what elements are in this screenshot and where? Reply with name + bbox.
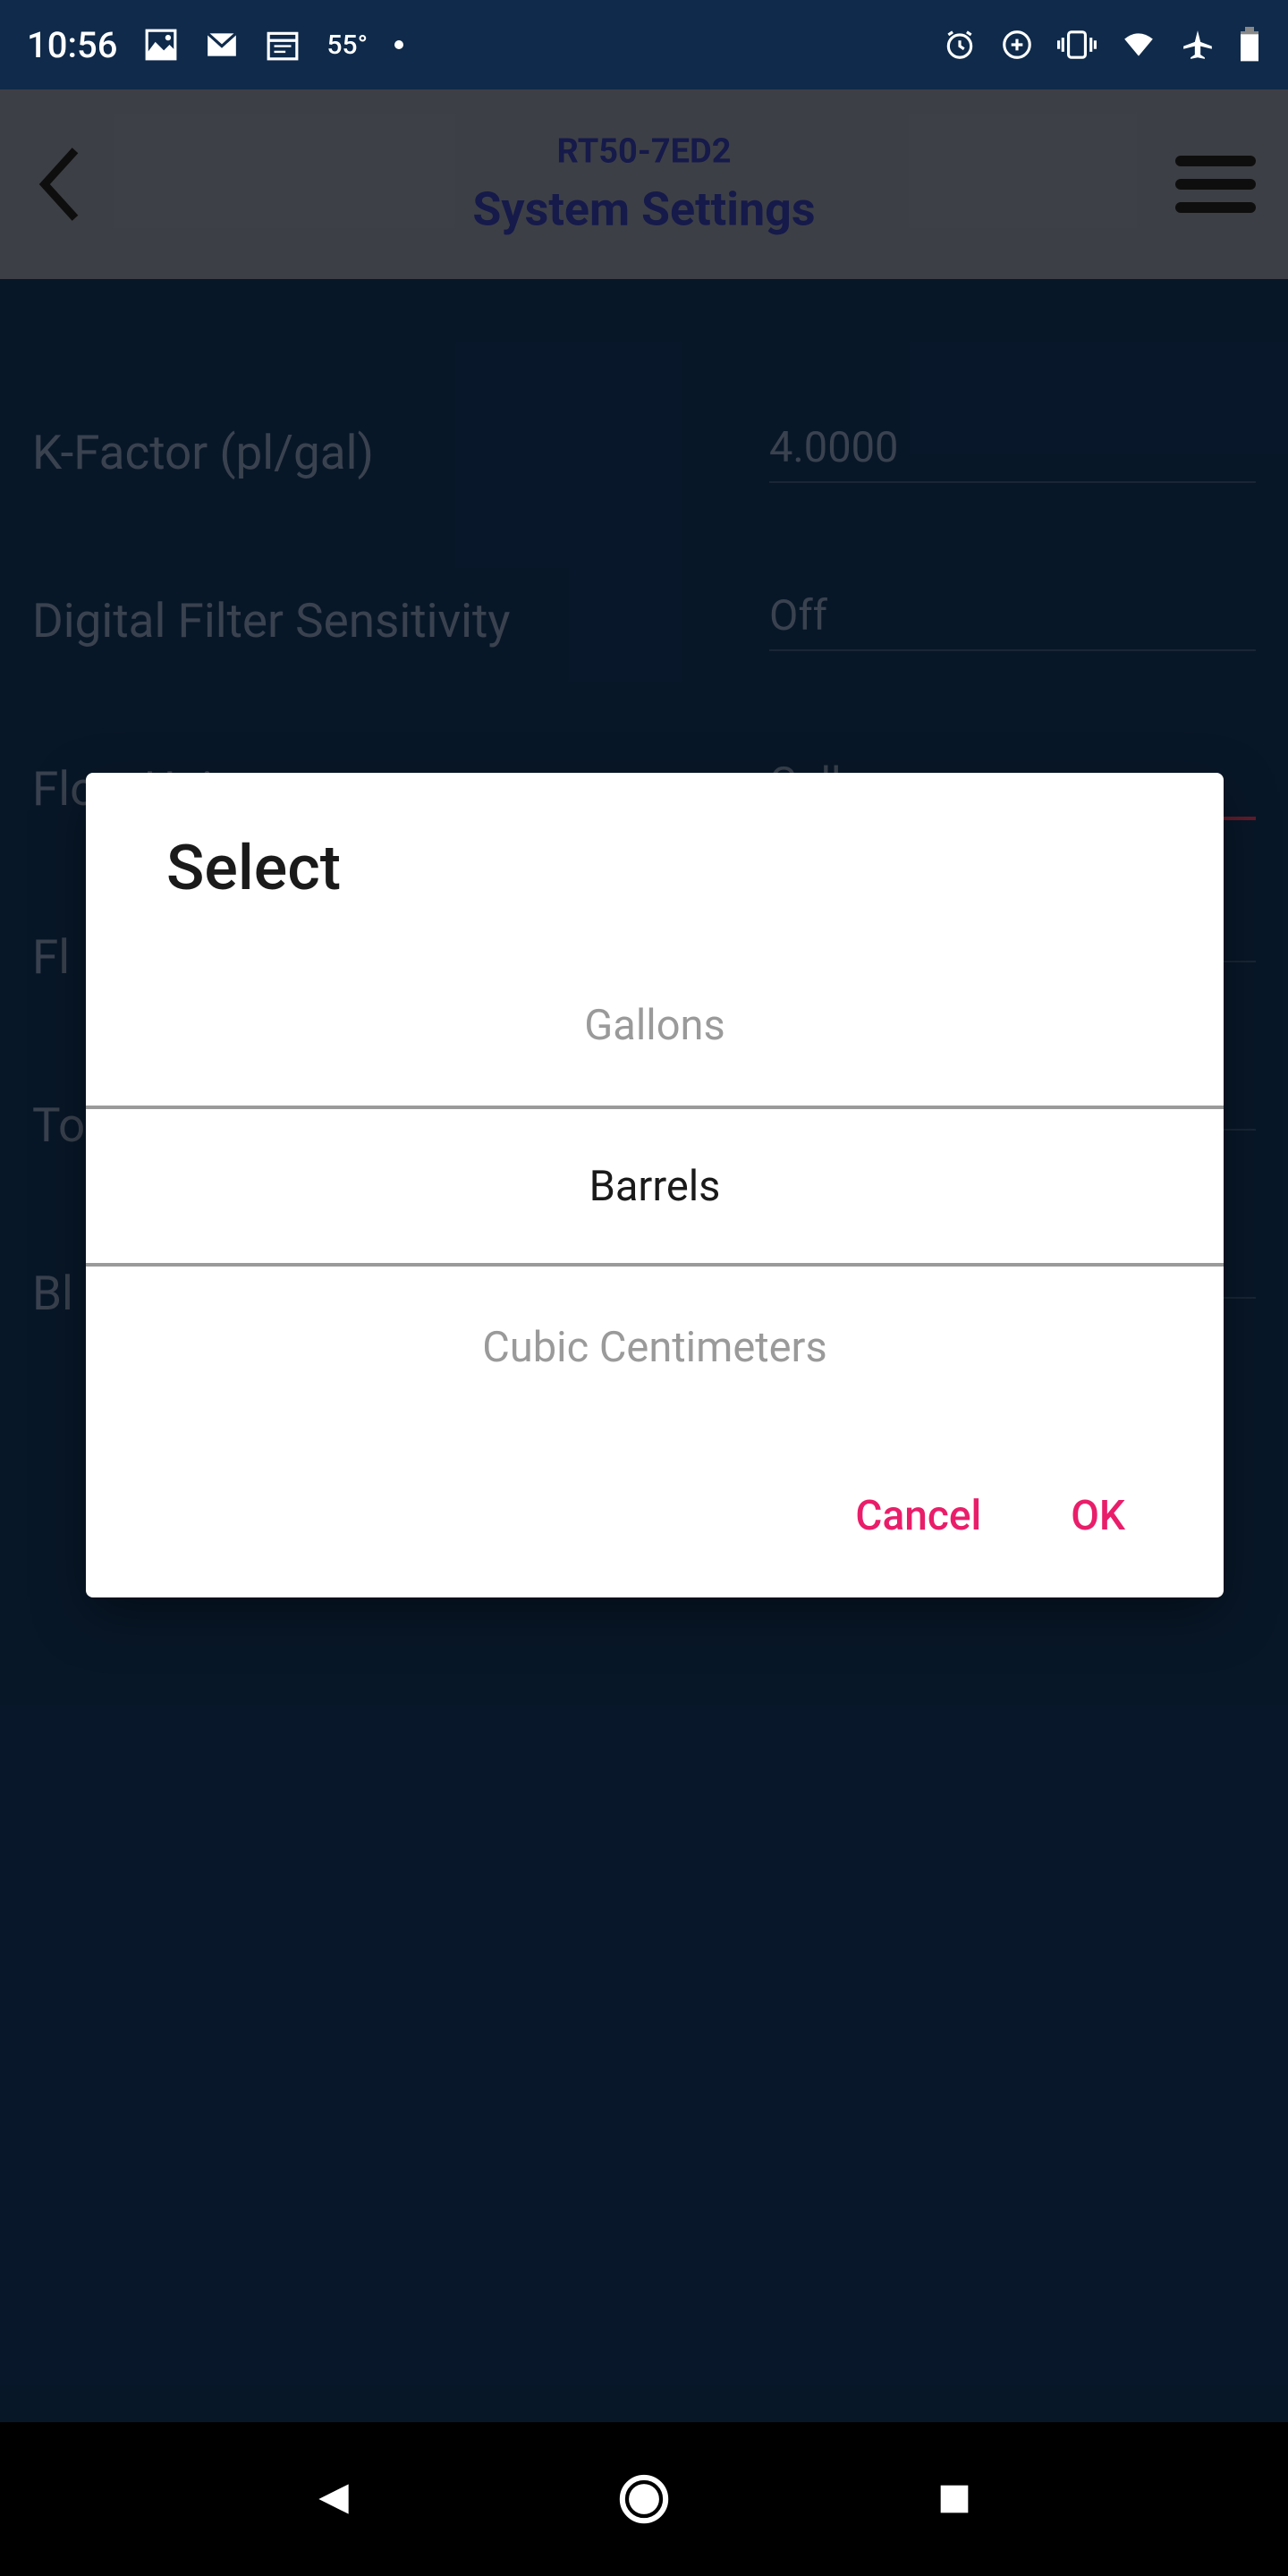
device-id: RT50-7ED2 — [472, 132, 815, 172]
battery-icon — [1238, 27, 1261, 63]
setting-label: Digital Filter Sensitivity — [32, 593, 769, 648]
picker-option-next[interactable]: Cubic Centimeters — [86, 1267, 1224, 1428]
nav-bar — [0, 2422, 1288, 2576]
status-left: 10:56 55° — [27, 24, 403, 66]
setting-value[interactable]: 4.0000 — [769, 423, 1256, 483]
setting-filter[interactable]: Digital Filter Sensitivity Off — [32, 537, 1256, 705]
header-center: RT50-7ED2 System Settings — [472, 132, 815, 237]
airplane-icon — [1181, 28, 1215, 62]
ok-button[interactable]: OK — [1071, 1492, 1125, 1540]
status-dot-icon — [394, 40, 403, 49]
page-title: System Settings — [472, 182, 815, 237]
picker-option-selected[interactable]: Barrels — [86, 1106, 1224, 1267]
unit-picker[interactable]: Gallons Barrels Cubic Centimeters — [86, 945, 1224, 1428]
dialog-title: Select — [86, 773, 1224, 945]
hamburger-icon — [1175, 179, 1256, 190]
status-bar: 10:56 55° — [0, 0, 1288, 89]
app-header: RT50-7ED2 System Settings — [0, 89, 1288, 279]
calendar-icon — [266, 28, 300, 62]
hamburger-icon — [1175, 202, 1256, 213]
data-saver-icon — [1000, 28, 1034, 62]
mail-icon — [205, 28, 239, 62]
setting-label: K-Factor (pl/gal) — [32, 425, 769, 480]
status-time: 10:56 — [27, 24, 117, 66]
nav-home-button[interactable] — [617, 2472, 671, 2526]
setting-kfactor[interactable]: K-Factor (pl/gal) 4.0000 — [32, 369, 1256, 537]
photos-icon — [144, 28, 178, 62]
wifi-icon — [1120, 28, 1157, 62]
select-dialog: Select Gallons Barrels Cubic Centimeters… — [86, 773, 1224, 1597]
dialog-actions: Cancel OK — [86, 1428, 1224, 1597]
cancel-button[interactable]: Cancel — [855, 1492, 981, 1540]
hamburger-icon — [1175, 156, 1256, 166]
nav-recent-button[interactable] — [928, 2472, 981, 2526]
menu-button[interactable] — [1175, 156, 1256, 213]
vibrate-icon — [1057, 28, 1097, 62]
alarm-icon — [943, 28, 977, 62]
status-right — [943, 27, 1261, 63]
back-button[interactable] — [32, 140, 86, 229]
status-temp: 55° — [326, 30, 368, 61]
nav-back-button[interactable] — [307, 2472, 360, 2526]
setting-value[interactable]: Off — [769, 591, 1256, 651]
picker-option-prev[interactable]: Gallons — [86, 945, 1224, 1106]
